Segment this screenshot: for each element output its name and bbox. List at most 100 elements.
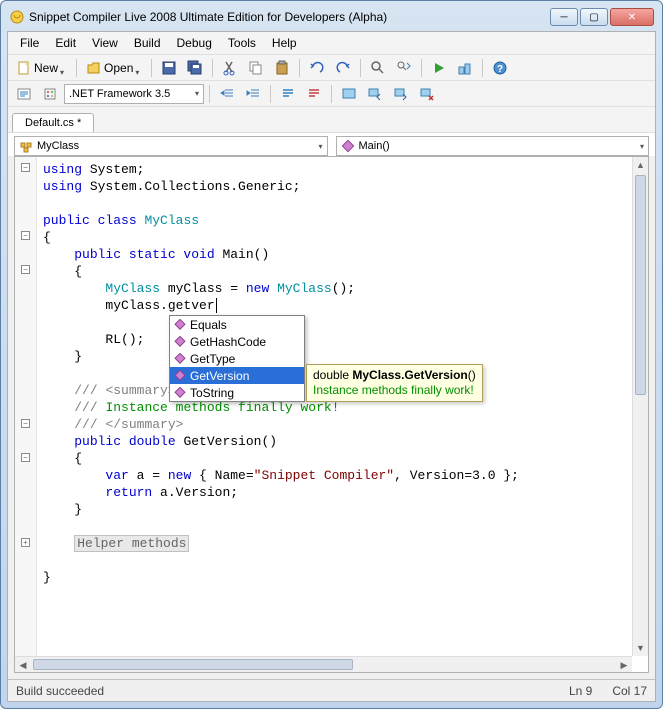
copy-button[interactable] xyxy=(244,57,268,79)
find-icon xyxy=(370,60,386,76)
menu-debug[interactable]: Debug xyxy=(169,34,220,52)
status-line: Ln 9 xyxy=(569,684,592,698)
member-combo-value: Main() xyxy=(359,140,390,152)
help-icon: ? xyxy=(492,60,508,76)
client-area: File Edit View Build Debug Tools Help Ne… xyxy=(7,31,656,702)
chevron-down-icon xyxy=(60,64,67,71)
class-combo-value: MyClass xyxy=(37,140,79,152)
new-button-label: New xyxy=(34,61,58,75)
tabstrip: Default.cs * xyxy=(8,106,655,132)
app-icon xyxy=(9,9,25,25)
intellisense-popup[interactable]: EqualsGetHashCodeGetTypeGetVersionToStri… xyxy=(169,315,305,402)
scroll-thumb[interactable] xyxy=(33,659,353,670)
status-col: Col 17 xyxy=(612,684,647,698)
framework-select[interactable]: .NET Framework 3.5 ▾ xyxy=(64,84,204,104)
indent-icon xyxy=(245,86,261,102)
format-button[interactable] xyxy=(38,83,62,105)
scroll-right-icon[interactable]: ▶ xyxy=(616,657,632,672)
outdent-button[interactable] xyxy=(215,83,239,105)
bookmark-clear-button[interactable] xyxy=(415,83,439,105)
outdent-icon xyxy=(219,86,235,102)
find-button[interactable] xyxy=(366,57,390,79)
close-button[interactable]: ✕ xyxy=(610,8,654,26)
member-combo[interactable]: Main() ▾ xyxy=(336,136,650,156)
class-combo[interactable]: MyClass ▾ xyxy=(14,136,328,156)
indent-button[interactable] xyxy=(241,83,265,105)
menu-help[interactable]: Help xyxy=(264,34,305,52)
main-window: Snippet Compiler Live 2008 Ultimate Edit… xyxy=(0,0,663,709)
scrollbar-vertical[interactable]: ▲ ▼ xyxy=(632,157,648,656)
uncomment-button[interactable] xyxy=(302,83,326,105)
intellisense-item[interactable]: GetType xyxy=(170,350,304,367)
intellisense-item[interactable]: GetVersion xyxy=(170,367,304,384)
undo-button[interactable] xyxy=(305,57,329,79)
tooltip-summary: Instance methods finally work! xyxy=(313,383,476,398)
chevron-down-icon xyxy=(135,64,142,71)
new-button[interactable]: New xyxy=(12,57,71,79)
save-icon xyxy=(161,60,177,76)
open-folder-icon xyxy=(86,60,102,76)
uncomment-icon xyxy=(306,86,322,102)
maximize-button[interactable]: ▢ xyxy=(580,8,608,26)
new-file-icon xyxy=(16,60,32,76)
menubar: File Edit View Build Debug Tools Help xyxy=(8,32,655,54)
comment-icon xyxy=(280,86,296,102)
comment-button[interactable] xyxy=(276,83,300,105)
undo-icon xyxy=(309,60,325,76)
scroll-down-icon[interactable]: ▼ xyxy=(633,640,648,656)
bookmark-icon xyxy=(341,86,357,102)
cut-icon xyxy=(222,60,238,76)
member-navigation: MyClass ▾ Main() ▾ xyxy=(8,132,655,156)
intellisense-item[interactable]: ToString xyxy=(170,384,304,401)
minimize-button[interactable]: ─ xyxy=(550,8,578,26)
open-button-label: Open xyxy=(104,61,133,75)
menu-view[interactable]: View xyxy=(84,34,126,52)
toolbar-main: New Open ? xyxy=(8,54,655,80)
help-button[interactable]: ? xyxy=(488,57,512,79)
scroll-thumb[interactable] xyxy=(635,175,646,395)
scrollbar-horizontal[interactable]: ◀ ▶ xyxy=(15,656,632,672)
build-icon xyxy=(457,60,473,76)
tooltip: double MyClass.GetVersion() Instance met… xyxy=(306,364,483,402)
class-icon xyxy=(19,139,33,153)
build-button[interactable] xyxy=(453,57,477,79)
redo-button[interactable] xyxy=(331,57,355,79)
scroll-left-icon[interactable]: ◀ xyxy=(15,657,31,672)
copy-icon xyxy=(248,60,264,76)
replace-button[interactable] xyxy=(392,57,416,79)
statusbar: Build succeeded Ln 9 Col 17 xyxy=(8,679,655,701)
redo-icon xyxy=(335,60,351,76)
bookmark-prev-button[interactable] xyxy=(363,83,387,105)
bookmark-toggle-button[interactable] xyxy=(337,83,361,105)
tab-default-cs[interactable]: Default.cs * xyxy=(12,113,94,132)
menu-tools[interactable]: Tools xyxy=(220,34,264,52)
format-icon xyxy=(42,86,58,102)
open-button[interactable]: Open xyxy=(82,57,146,79)
svg-text:?: ? xyxy=(497,64,503,75)
save-button[interactable] xyxy=(157,57,181,79)
window-title: Snippet Compiler Live 2008 Ultimate Edit… xyxy=(29,10,548,24)
cut-button[interactable] xyxy=(218,57,242,79)
snippet-button[interactable] xyxy=(12,83,36,105)
intellisense-item[interactable]: GetHashCode xyxy=(170,333,304,350)
play-icon xyxy=(431,60,447,76)
status-message: Build succeeded xyxy=(16,684,104,698)
intellisense-item[interactable]: Equals xyxy=(170,316,304,333)
bookmark-next-button[interactable] xyxy=(389,83,413,105)
save-all-icon xyxy=(187,60,203,76)
menu-edit[interactable]: Edit xyxy=(47,34,84,52)
replace-icon xyxy=(396,60,412,76)
toolbar-secondary: .NET Framework 3.5 ▾ xyxy=(8,80,655,106)
code-area[interactable]: using System; using System.Collections.G… xyxy=(15,157,632,656)
menu-file[interactable]: File xyxy=(12,34,47,52)
bookmark-next-icon xyxy=(393,86,409,102)
scroll-up-icon[interactable]: ▲ xyxy=(633,157,648,173)
paste-button[interactable] xyxy=(270,57,294,79)
save-all-button[interactable] xyxy=(183,57,207,79)
editor[interactable]: − − − − − + using System; using System.C… xyxy=(14,156,649,673)
run-button[interactable] xyxy=(427,57,451,79)
framework-select-value: .NET Framework 3.5 xyxy=(69,88,170,100)
bookmark-clear-icon xyxy=(419,86,435,102)
paste-icon xyxy=(274,60,290,76)
menu-build[interactable]: Build xyxy=(126,34,169,52)
